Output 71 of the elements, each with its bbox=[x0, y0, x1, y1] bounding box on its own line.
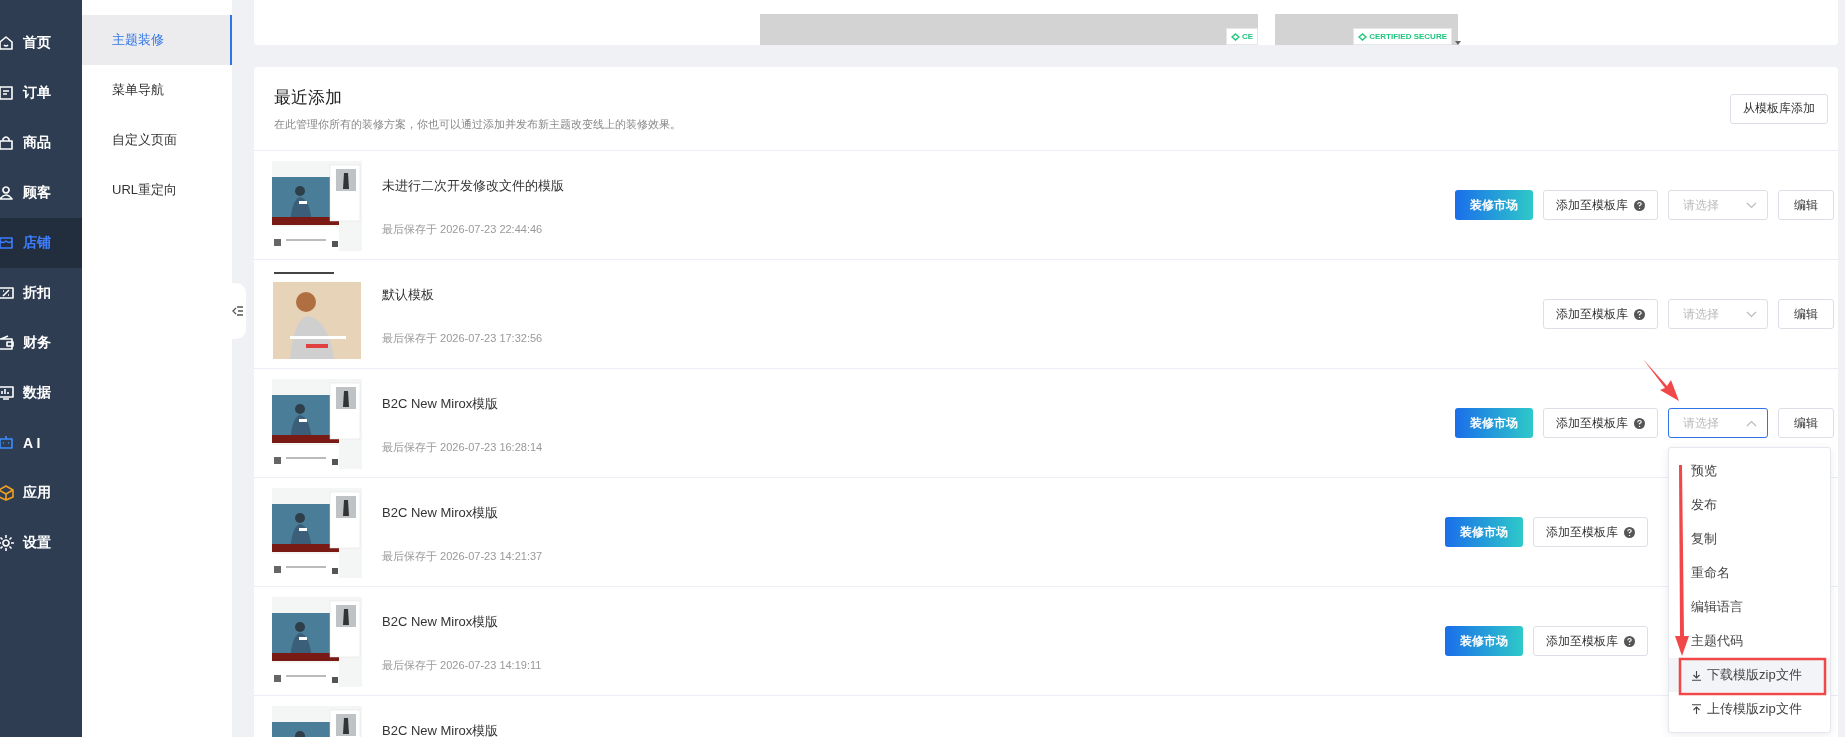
bag-icon bbox=[0, 134, 15, 152]
help-icon bbox=[1634, 308, 1645, 320]
saved-time: 最后保存于 2026-07-23 22:44:46 bbox=[382, 222, 544, 237]
help-icon bbox=[1634, 417, 1645, 429]
saved-time: 最后保存于 2026-07-23 14:21:37 bbox=[382, 549, 544, 564]
add-to-library-button[interactable]: 添加至模板库 bbox=[1543, 408, 1658, 438]
edit-button[interactable]: 编辑 bbox=[1778, 190, 1834, 220]
theme-title: 默认模板 bbox=[382, 286, 435, 304]
collapse-handle[interactable] bbox=[230, 283, 246, 339]
sidebar-item[interactable]: 顾客 bbox=[0, 168, 82, 218]
sidebar-item[interactable]: 店铺 bbox=[0, 218, 82, 268]
add-to-library-button[interactable]: 添加至模板库 bbox=[1543, 190, 1658, 220]
store-icon bbox=[0, 234, 15, 252]
security-badge: CE bbox=[1225, 28, 1258, 45]
theme-title: B2C New Mirox模版 bbox=[382, 613, 500, 631]
edit-button[interactable]: 编辑 bbox=[1778, 299, 1834, 329]
scroll-down-icon[interactable] bbox=[1455, 41, 1461, 45]
sidebar-item[interactable]: 设置 bbox=[0, 518, 82, 568]
sidebar-item[interactable]: 商品 bbox=[0, 118, 82, 168]
saved-time: 最后保存于 2026-07-23 14:19:11 bbox=[382, 658, 543, 673]
chart-icon bbox=[0, 384, 15, 402]
saved-time: 最后保存于 2026-07-23 16:28:14 bbox=[382, 440, 544, 455]
sidebar-item[interactable]: 折扣 bbox=[0, 268, 82, 318]
menu-item[interactable]: 复制 bbox=[1669, 522, 1830, 556]
add-from-library-button[interactable]: 从模板库添加 bbox=[1730, 93, 1828, 124]
theme-title: B2C New Mirox模版 bbox=[382, 504, 500, 522]
home-icon bbox=[0, 34, 15, 52]
edit-button[interactable]: 编辑 bbox=[1778, 408, 1834, 438]
gear-icon bbox=[0, 534, 15, 552]
upload-icon bbox=[1691, 703, 1702, 715]
add-to-library-button[interactable]: 添加至模板库 bbox=[1543, 299, 1658, 329]
sidebar-item[interactable]: 应用 bbox=[0, 468, 82, 518]
menu-item[interactable]: 预览 bbox=[1669, 454, 1830, 488]
collapse-icon bbox=[232, 306, 244, 316]
help-icon bbox=[1624, 526, 1635, 538]
theme-title: B2C New Mirox模版 bbox=[382, 722, 500, 737]
theme-title: B2C New Mirox模版 bbox=[382, 395, 500, 413]
sidebar-item[interactable]: 数据 bbox=[0, 368, 82, 418]
discount-icon bbox=[0, 284, 15, 302]
section-title: 最近添加 bbox=[274, 86, 343, 109]
wallet-icon bbox=[0, 334, 15, 352]
box-icon bbox=[0, 484, 15, 502]
subnav-item[interactable]: 菜单导航 bbox=[82, 65, 232, 115]
subnav-item[interactable]: 自定义页面 bbox=[82, 115, 232, 165]
download-icon bbox=[1691, 669, 1702, 681]
menu-item[interactable]: 主题代码 bbox=[1669, 624, 1830, 658]
sidebar-item[interactable]: 财务 bbox=[0, 318, 82, 368]
menu-item[interactable]: 编辑语言 bbox=[1669, 590, 1830, 624]
chevron-icon bbox=[1746, 201, 1757, 209]
security-badge: CERTIFIED SECURE bbox=[1353, 28, 1452, 45]
add-to-library-button[interactable]: 添加至模板库 bbox=[1533, 517, 1648, 547]
sidebar-item[interactable]: A I bbox=[0, 418, 82, 468]
order-icon bbox=[0, 84, 15, 102]
section-description: 在此管理你所有的装修方案，你也可以通过添加并发布新主题改变线上的装修效果。 bbox=[274, 116, 681, 132]
user-icon bbox=[0, 184, 15, 202]
chevron-icon bbox=[1746, 310, 1757, 318]
saved-time: 最后保存于 2026-07-23 17:32:56 bbox=[382, 331, 544, 346]
menu-item[interactable]: 下载模版zip文件 bbox=[1669, 658, 1830, 692]
sidebar-item[interactable]: 订单 bbox=[0, 68, 82, 118]
subnav-item[interactable]: 主题装修 bbox=[82, 15, 232, 65]
chevron-icon bbox=[1746, 419, 1757, 427]
theme-title: 未进行二次开发修改文件的模版 bbox=[382, 177, 565, 195]
help-icon bbox=[1634, 199, 1645, 211]
menu-item[interactable]: 重命名 bbox=[1669, 556, 1830, 590]
robot-icon bbox=[0, 434, 15, 452]
help-icon bbox=[1624, 635, 1635, 647]
add-to-library-button[interactable]: 添加至模板库 bbox=[1533, 626, 1648, 656]
menu-item[interactable]: 上传模版zip文件 bbox=[1669, 692, 1830, 726]
subnav-item[interactable]: URL重定向 bbox=[82, 165, 232, 215]
sidebar-item[interactable]: 首页 bbox=[0, 18, 82, 68]
menu-item[interactable]: 发布 bbox=[1669, 488, 1830, 522]
